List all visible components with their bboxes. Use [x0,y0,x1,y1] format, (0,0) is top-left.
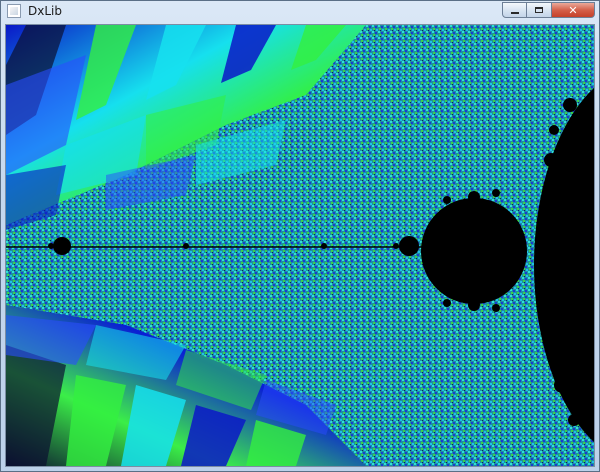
app-window: DxLib ✕ [0,0,600,472]
maximize-icon [535,7,543,13]
fractal-image [6,25,594,466]
maximize-button[interactable] [527,2,552,18]
window-title: DxLib [28,4,62,18]
caption-buttons: ✕ [502,2,595,18]
minimize-icon [510,12,519,14]
title-bar[interactable]: DxLib ✕ [1,1,599,23]
render-canvas[interactable] [5,24,595,467]
close-button[interactable]: ✕ [552,2,595,18]
close-icon: ✕ [568,3,578,17]
app-icon [7,4,21,18]
minimize-button[interactable] [502,2,527,18]
